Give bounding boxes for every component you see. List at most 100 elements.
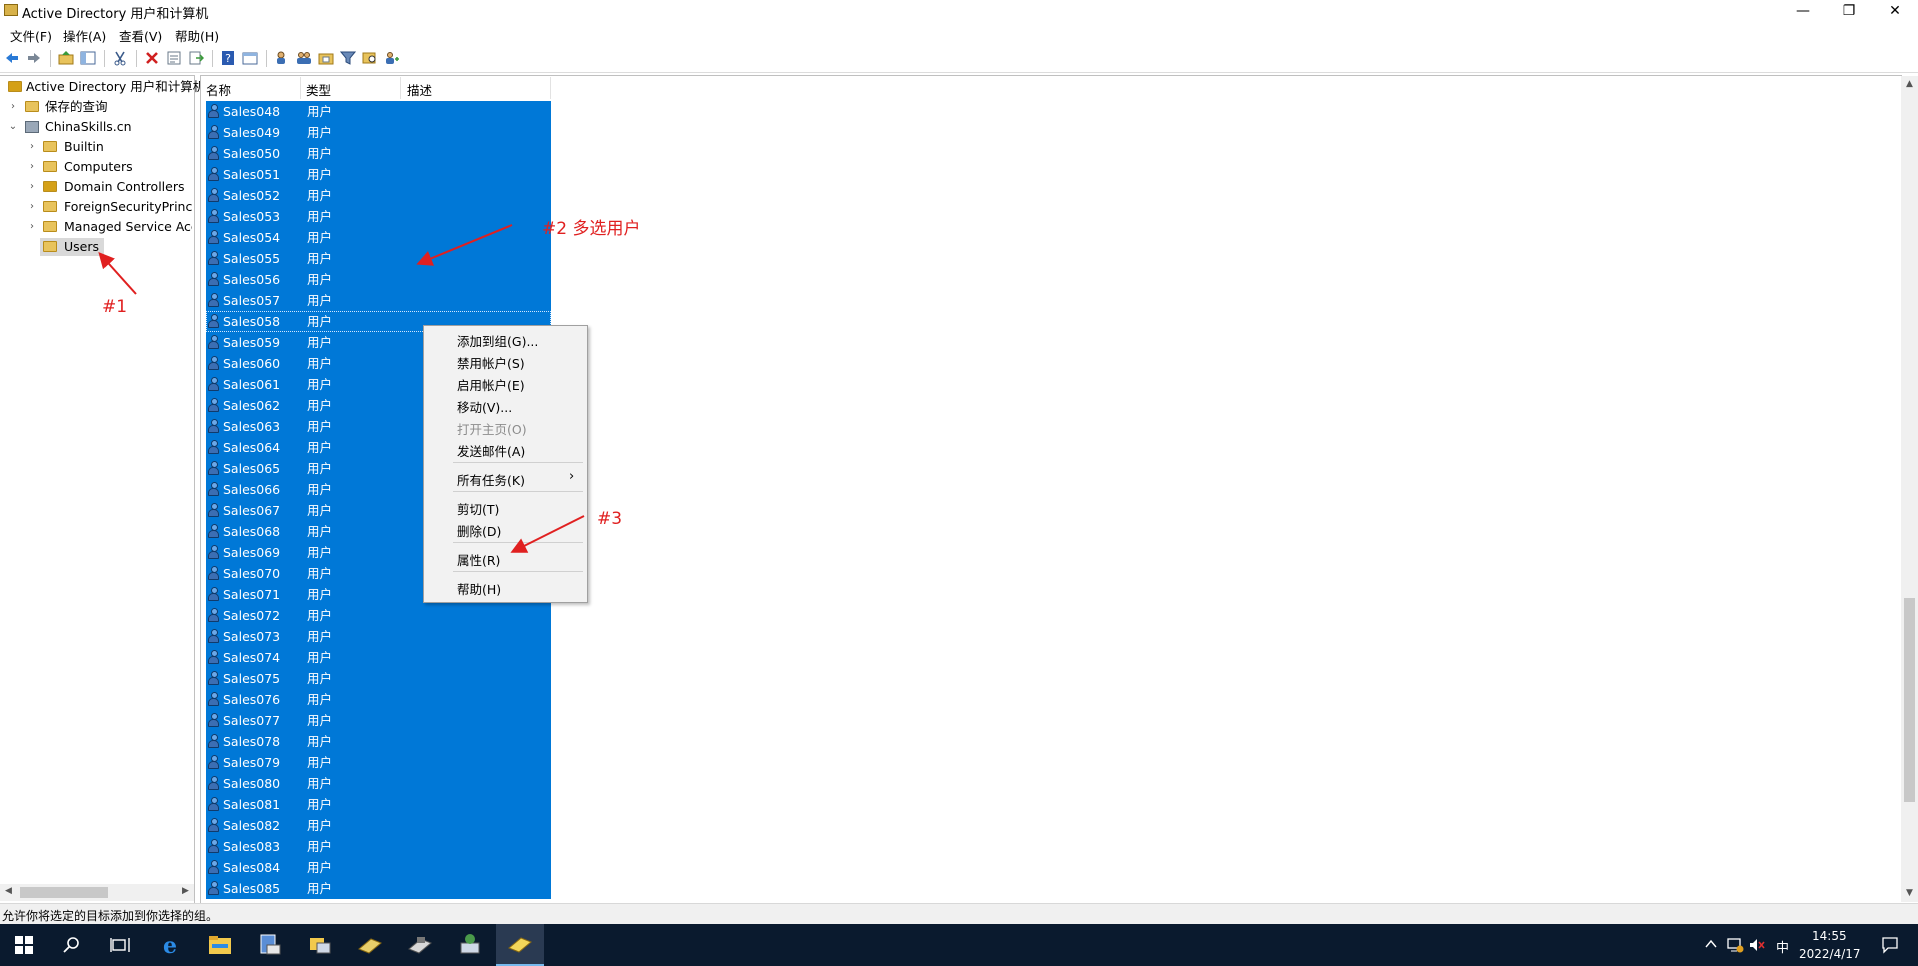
menu-help[interactable]: 帮助(H) [175,26,219,45]
column-header-name[interactable]: 名称 [206,80,231,99]
table-row[interactable]: Sales072 用户 [206,605,551,626]
menu-file[interactable]: 文件(F) [10,26,52,45]
tree-item-foreign-security-principals[interactable]: › ForeignSecurityPrincipals [26,198,192,216]
table-row[interactable]: Sales052 用户 [206,185,551,206]
delete-icon[interactable] [144,50,160,66]
table-row[interactable]: Sales077 用户 [206,710,551,731]
ime-indicator[interactable]: 中 [1776,937,1789,956]
forward-arrow-icon[interactable] [26,50,42,66]
scroll-right-icon[interactable]: ▶ [177,886,194,896]
table-row[interactable]: Sales076 用户 [206,689,551,710]
table-row[interactable]: Sales082 用户 [206,815,551,836]
table-row[interactable]: Sales073 用户 [206,626,551,647]
table-row[interactable]: Sales081 用户 [206,794,551,815]
user-icon [208,335,219,349]
new-ou-icon[interactable] [318,50,334,66]
back-arrow-icon[interactable] [4,50,20,66]
new-user-icon[interactable] [274,50,290,66]
user-icon [208,881,219,895]
menu-item-send-mail[interactable]: 发送邮件(A) [457,441,525,460]
scroll-thumb[interactable] [20,887,108,898]
chevron-right-icon[interactable]: › [27,218,37,236]
table-row[interactable]: Sales049 用户 [206,122,551,143]
chevron-right-icon[interactable]: › [27,158,37,176]
scroll-thumb[interactable] [1904,598,1915,802]
clock-date[interactable]: 2022/4/17 [1799,947,1861,961]
table-row[interactable]: Sales078 用户 [206,731,551,752]
tree-item-users[interactable]: Users [40,238,104,256]
user-type-cell: 用户 [307,860,333,875]
console-icon[interactable] [242,50,258,66]
add-to-group-icon[interactable] [384,50,400,66]
minimize-button[interactable]: — [1780,0,1826,22]
taskbar-app-dns[interactable] [446,924,494,966]
help-icon[interactable]: ? [220,50,236,66]
table-row[interactable]: Sales056 用户 [206,269,551,290]
close-button[interactable]: ✕ [1872,0,1918,22]
chevron-right-icon[interactable]: › [27,138,37,156]
tree-item-managed-service-accounts[interactable]: › Managed Service Accounts [26,218,192,236]
table-row[interactable]: Sales084 用户 [206,857,551,878]
chevron-right-icon[interactable]: › [27,178,37,196]
taskbar-app-active-console[interactable] [496,924,544,966]
notifications-icon[interactable] [1881,936,1899,954]
chevron-up-icon[interactable] [1705,939,1717,949]
network-icon[interactable] [1726,937,1744,953]
chevron-down-icon[interactable]: ⌄ [8,118,18,136]
taskbar-app-ad-domains[interactable] [346,924,394,966]
table-row[interactable]: Sales048 用户 [206,101,551,122]
menu-item-enable-account[interactable]: 启用帐户(E) [457,375,525,394]
menu-item-properties[interactable]: 属性(R) [457,550,500,569]
table-row[interactable]: Sales054 用户 [206,227,551,248]
user-icon [208,251,219,265]
menu-item-delete[interactable]: 删除(D) [457,521,501,540]
find-icon[interactable] [362,50,378,66]
chevron-right-icon[interactable]: › [27,198,37,216]
table-row[interactable]: Sales053 用户 [206,206,551,227]
filter-icon[interactable] [340,50,356,66]
scroll-left-icon[interactable]: ◀ [0,886,17,896]
menu-item-move[interactable]: 移动(V)... [457,397,512,416]
task-view-button[interactable] [96,924,144,966]
scroll-down-icon[interactable]: ▼ [1901,888,1918,898]
menu-view[interactable]: 查看(V) [119,26,162,45]
menu-item-all-tasks[interactable]: 所有任务(K) [457,470,525,489]
taskbar-app-ad-sites[interactable] [396,924,444,966]
taskbar-app-explorer[interactable] [196,924,244,966]
maximize-button[interactable]: ❐ [1826,0,1872,22]
taskbar-app-ad-users[interactable] [296,924,344,966]
cut-icon[interactable] [112,50,128,66]
chevron-right-icon[interactable]: › [8,98,18,116]
table-row[interactable]: Sales051 用户 [206,164,551,185]
table-row[interactable]: Sales075 用户 [206,668,551,689]
show-hide-tree-icon[interactable] [80,50,96,66]
volume-icon[interactable] [1748,937,1766,953]
scroll-up-icon[interactable]: ▲ [1901,79,1918,89]
table-row[interactable]: Sales080 用户 [206,773,551,794]
table-row[interactable]: Sales085 用户 [206,878,551,899]
menu-item-cut[interactable]: 剪切(T) [457,499,499,518]
menu-item-disable-account[interactable]: 禁用帐户(S) [457,353,525,372]
user-type-cell: 用户 [307,545,333,560]
search-button[interactable] [48,924,96,966]
taskbar-app-server-manager[interactable] [246,924,294,966]
properties-icon[interactable] [166,50,182,66]
table-row[interactable]: Sales057 用户 [206,290,551,311]
up-folder-icon[interactable] [58,50,74,66]
taskbar-app-ie[interactable]: e [146,924,194,966]
menu-item-help[interactable]: 帮助(H) [457,579,501,598]
start-button[interactable] [0,924,48,966]
column-header-description[interactable]: 描述 [407,80,432,99]
new-group-icon[interactable] [296,50,312,66]
dns-icon [460,934,480,954]
menu-action[interactable]: 操作(A) [63,26,106,45]
table-row[interactable]: Sales079 用户 [206,752,551,773]
menu-item-add-to-group[interactable]: 添加到组(G)... [457,331,538,350]
export-icon[interactable] [188,50,204,66]
table-row[interactable]: Sales055 用户 [206,248,551,269]
column-header-type[interactable]: 类型 [306,80,331,99]
table-row[interactable]: Sales074 用户 [206,647,551,668]
clock-time[interactable]: 14:55 [1812,929,1847,943]
table-row[interactable]: Sales083 用户 [206,836,551,857]
table-row[interactable]: Sales050 用户 [206,143,551,164]
